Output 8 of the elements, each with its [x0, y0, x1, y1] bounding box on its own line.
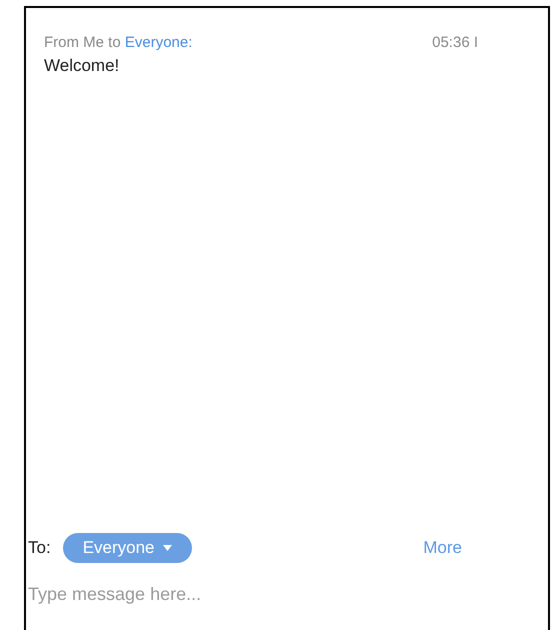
message-text: Welcome!	[44, 55, 120, 77]
message-input[interactable]: Type message here...	[28, 581, 508, 608]
caret-icon	[162, 545, 172, 551]
recipient-dropdown[interactable]: Everyone	[62, 533, 192, 563]
to-label: To:	[28, 537, 51, 560]
message-time: 05:36 I	[432, 33, 478, 53]
more-link[interactable]: More	[423, 535, 462, 561]
message-sender: From Me to Everyone:	[44, 33, 192, 53]
